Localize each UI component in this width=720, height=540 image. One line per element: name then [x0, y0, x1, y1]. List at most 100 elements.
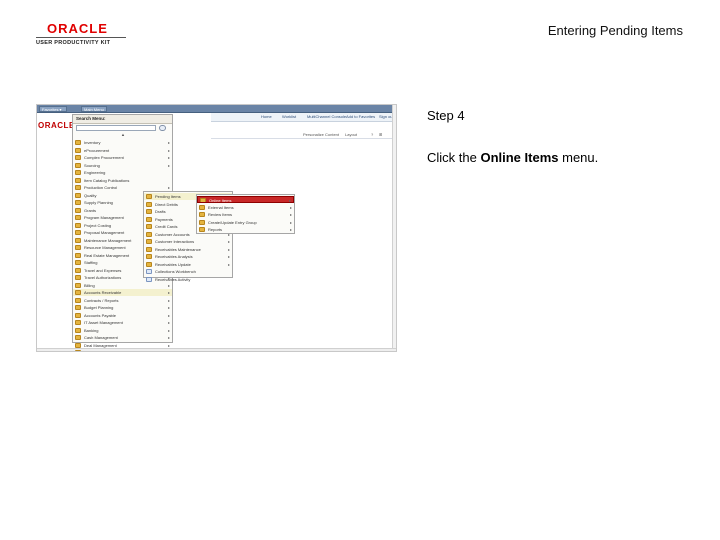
menu-item[interactable]: IT Asset Management ▸ — [73, 319, 172, 326]
menu-item[interactable]: Item Catalog Publications — [73, 177, 172, 184]
layout-link[interactable]: Layout — [345, 132, 357, 137]
instruction-target: Online Items — [480, 150, 559, 165]
folder-icon — [75, 222, 81, 228]
chevron-right-icon: ▸ — [227, 246, 230, 252]
folder-icon — [146, 194, 152, 199]
worklist-link[interactable]: Worklist — [282, 114, 296, 119]
menu-item-label: Item Catalog Publications — [84, 177, 130, 183]
chevron-right-icon: ▸ — [167, 155, 170, 160]
menu-item[interactable]: Accounts Receivable ▸ — [73, 289, 172, 296]
menu-item[interactable]: eProcurement ▸ — [73, 147, 172, 154]
menu-item[interactable]: Engineering — [73, 169, 172, 176]
folder-icon — [75, 342, 81, 348]
menu-item[interactable]: Budget Planning ▸ — [73, 304, 172, 311]
collapse-icon[interactable]: ▲ — [121, 132, 125, 137]
menu-item-label: Billing — [84, 282, 95, 288]
chevron-right-icon: ▸ — [168, 349, 170, 351]
folder-icon — [75, 147, 81, 153]
menu-item-label: Payments — [155, 216, 173, 222]
chevron-right-icon: ▸ — [167, 305, 170, 310]
home-link[interactable]: Home — [261, 114, 272, 119]
personalize-content-link[interactable]: Personalize Content — [303, 132, 339, 137]
chevron-right-icon: ▸ — [288, 198, 291, 203]
menu-item-label: Banking — [84, 327, 99, 333]
menu-item-label: Travel Authorizations — [84, 275, 122, 280]
menu-item-label: Production Control — [84, 185, 118, 190]
chevron-right-icon: ▸ — [289, 219, 292, 225]
folder-icon — [146, 239, 152, 244]
folder-icon — [75, 245, 81, 250]
menu-item[interactable]: Receivables Activity — [144, 276, 232, 283]
menu-item-label: Grants — [84, 207, 97, 213]
menu-item[interactable]: Receivables Analysis ▸ — [144, 253, 232, 260]
folder-icon — [200, 198, 206, 202]
menu-item[interactable]: Online Items ▸ — [197, 196, 294, 203]
bottom-divider — [37, 351, 396, 352]
menu-item[interactable]: Receivables Update ▸ — [144, 261, 232, 268]
menu-item[interactable]: External Items ▸ — [197, 204, 294, 211]
multichannel-console-link[interactable]: MultiChannel Console — [307, 114, 346, 119]
menu-item[interactable]: Accounts Payable ▸ — [73, 312, 172, 319]
folder-icon — [75, 335, 81, 340]
chevron-right-icon: ▸ — [167, 282, 170, 288]
folder-icon — [75, 162, 81, 168]
folder-icon — [75, 200, 81, 205]
menu-item[interactable]: Deal Management ▸ — [73, 342, 172, 349]
menu-item[interactable]: Review Items ▸ — [197, 211, 294, 218]
add-to-favorites-link[interactable]: Add to Favorites — [346, 114, 375, 119]
folder-icon — [146, 224, 152, 229]
grid-icon[interactable]: ⊞ — [379, 132, 382, 137]
document-title: Entering Pending Items — [547, 23, 683, 38]
menu-item[interactable]: Contracts / Reports ▸ — [73, 297, 172, 304]
search-icon[interactable] — [159, 125, 166, 131]
menu-item-label: Maintenance Management — [84, 237, 132, 243]
menu-item[interactable]: Receivables Maintenance ▸ — [144, 246, 232, 253]
menu-item-label: Reports — [208, 227, 223, 232]
folder-icon — [75, 260, 81, 265]
favorites-tab[interactable]: Favorites ▾ — [39, 106, 67, 112]
chevron-right-icon: ▸ — [167, 297, 170, 303]
folder-icon — [75, 140, 81, 145]
menu-item[interactable]: Inventory ▸ — [73, 139, 172, 146]
folder-icon — [199, 212, 205, 217]
chevron-right-icon: ▸ — [289, 212, 292, 217]
menu-item[interactable]: Reports ▸ — [197, 226, 294, 233]
chevron-right-icon: ▸ — [167, 185, 170, 190]
menu-item-label: Risk Management — [84, 349, 116, 351]
main-menu-tab[interactable]: Main Menu ▾ — [81, 106, 107, 118]
chevron-right-icon: ▸ — [167, 147, 170, 153]
folder-icon — [75, 290, 81, 295]
instruction-prefix: Click the — [427, 150, 481, 165]
menu-item[interactable]: Billing ▸ — [73, 282, 172, 289]
chevron-right-icon: ▸ — [227, 254, 230, 259]
folder-icon — [75, 312, 81, 318]
menu-item[interactable]: Customer Interactions ▸ — [144, 238, 232, 245]
menu-item-label: Create/Update Entry Group — [208, 219, 257, 225]
menu-item-label: Pending Items — [155, 194, 181, 199]
folder-icon — [75, 155, 81, 160]
menu-item-label: eProcurement — [84, 147, 110, 153]
menu-item-label: Receivables Maintenance — [155, 246, 201, 252]
search-menu-header: Search Menu: — [73, 115, 172, 124]
folder-icon — [75, 177, 81, 183]
search-menu-title: Search Menu: — [76, 116, 106, 121]
menu-item[interactable]: Banking ▸ — [73, 327, 172, 334]
menu-item[interactable]: Cash Management ▸ — [73, 334, 172, 341]
menu-item[interactable]: Risk Management ▸ — [73, 349, 172, 351]
menu-item[interactable]: Collections Workbench — [144, 268, 232, 275]
menu-item[interactable]: Sourcing ▸ — [73, 162, 172, 169]
chevron-right-icon: ▸ — [227, 261, 230, 267]
menu-item-label: Complex Procurement — [84, 155, 124, 160]
menu-item[interactable]: Complex Procurement ▸ — [73, 154, 172, 161]
menu-item-label: Deal Management — [84, 342, 117, 348]
help-icon[interactable]: ? — [371, 132, 373, 137]
vertical-scrollbar[interactable] — [392, 105, 396, 351]
chevron-right-icon: ▸ — [227, 239, 230, 244]
menu-item-label: Resource Management — [84, 245, 126, 250]
menu-search-input[interactable] — [76, 125, 156, 131]
menu-item[interactable]: Production Control ▸ — [73, 184, 172, 191]
personalize-bar: Personalize Content Layout ? ⊞ — [211, 131, 396, 139]
menu-item-label: Accounts Receivable — [84, 290, 122, 295]
menu-item-label: Customer Accounts — [155, 231, 190, 237]
menu-item[interactable]: Create/Update Entry Group ▸ — [197, 219, 294, 226]
